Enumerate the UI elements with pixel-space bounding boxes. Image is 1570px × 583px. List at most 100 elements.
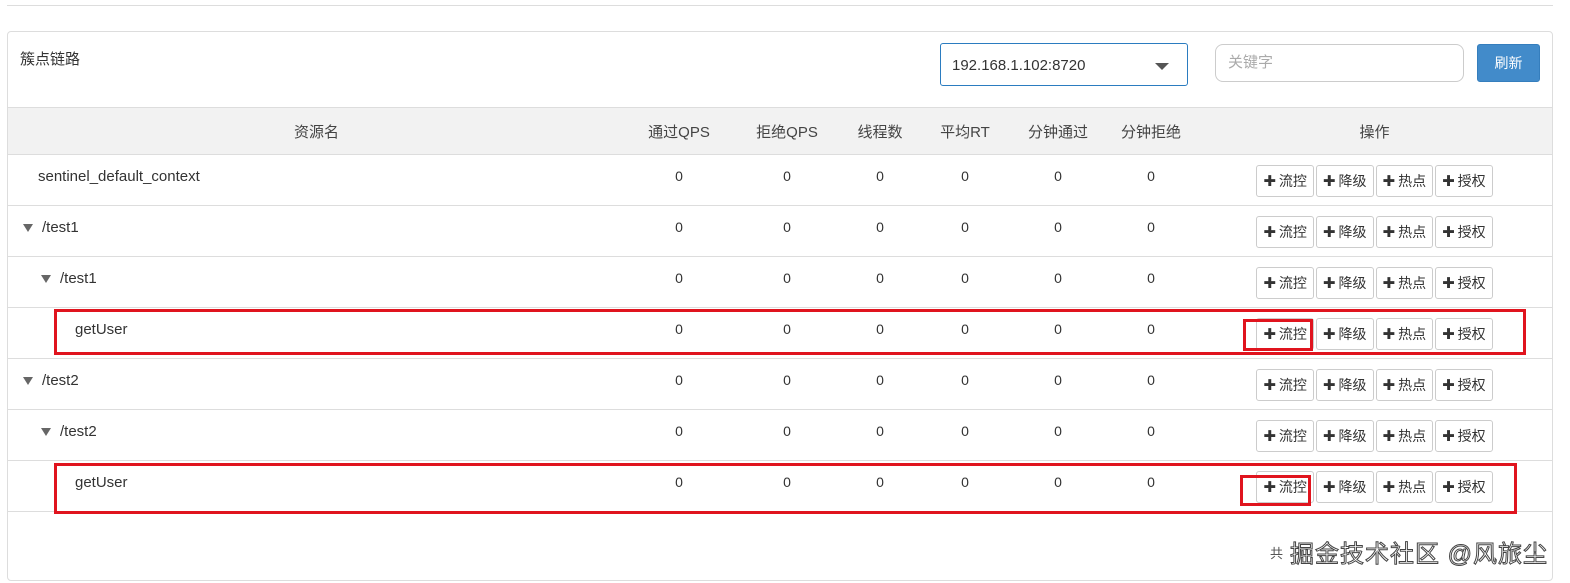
metric-cell: 0 (733, 205, 841, 257)
collapse-triangle-icon[interactable] (41, 275, 51, 284)
actions-cell: ✚ 流控 ✚ 降级 ✚ 热点 ✚ 授权 (1197, 205, 1552, 257)
column-header: 分钟拒绝 (1105, 107, 1197, 155)
actions-cell: ✚ 流控 ✚ 降级 ✚ 热点 ✚ 授权 (1197, 409, 1552, 461)
plus-icon: ✚ (1263, 428, 1276, 445)
degrade-button[interactable]: ✚ 降级 (1315, 420, 1374, 452)
degrade-button[interactable]: ✚ 降级 (1315, 267, 1374, 299)
button-label: 流控 (1278, 428, 1307, 444)
collapse-triangle-icon[interactable] (23, 224, 33, 233)
metric-cell: 0 (841, 358, 919, 410)
plus-icon: ✚ (1322, 428, 1336, 445)
button-label: 热点 (1398, 224, 1427, 240)
button-label: 热点 (1398, 377, 1427, 393)
plus-icon: ✚ (1322, 224, 1336, 241)
button-label: 热点 (1398, 173, 1427, 189)
metric-cell: 0 (625, 358, 733, 410)
metric-cell: 0 (1011, 358, 1105, 410)
metric-cell: 0 (841, 256, 919, 308)
authority-button[interactable]: ✚ 授权 (1435, 216, 1493, 248)
hotspot-button[interactable]: ✚ 热点 (1375, 216, 1434, 248)
plus-icon: ✚ (1442, 173, 1455, 190)
actions-cell: ✚ 流控 ✚ 降级 ✚ 热点 ✚ 授权 (1197, 256, 1552, 308)
hotspot-button[interactable]: ✚ 热点 (1375, 420, 1434, 452)
button-label: 降级 (1338, 428, 1367, 444)
plus-icon: ✚ (1442, 275, 1455, 292)
authority-button[interactable]: ✚ 授权 (1435, 369, 1493, 401)
plus-icon: ✚ (1442, 224, 1455, 241)
resource-name-cell: /test1 (8, 256, 625, 308)
metric-cell: 0 (1105, 205, 1197, 257)
authority-button[interactable]: ✚ 授权 (1435, 420, 1493, 452)
metric-cell: 0 (1105, 409, 1197, 461)
metric-cell: 0 (919, 205, 1011, 257)
column-header: 平均RT (919, 107, 1011, 155)
plus-icon: ✚ (1382, 428, 1396, 445)
highlight-box (1240, 475, 1311, 506)
refresh-button[interactable]: 刷新 (1477, 44, 1540, 82)
metric-cell: 0 (1011, 256, 1105, 308)
metric-cell: 0 (919, 154, 1011, 206)
table-row: sentinel_default_context 0 0 0 0 0 0 ✚ 流控 ✚ 降级 ✚ 热点 ✚… (8, 154, 1552, 206)
machine-select[interactable]: 192.168.1.102:8720 (940, 43, 1188, 86)
table-row: /test1 0 0 0 0 0 0 ✚ 流控 ✚ 降级 ✚ 热点 ✚ 授权 (8, 256, 1552, 308)
metric-cell: 0 (841, 154, 919, 206)
button-label: 授权 (1457, 173, 1486, 189)
plus-icon: ✚ (1442, 377, 1455, 394)
hotspot-button[interactable]: ✚ 热点 (1375, 369, 1434, 401)
metric-cell: 0 (733, 409, 841, 461)
button-label: 流控 (1278, 275, 1307, 291)
machine-select-value: 192.168.1.102:8720 (952, 57, 1086, 74)
keyword-search-input[interactable]: 关键字 (1215, 44, 1464, 82)
metric-cell: 0 (841, 205, 919, 257)
chevron-down-icon (1155, 63, 1169, 70)
metric-cell: 0 (1011, 409, 1105, 461)
resource-name-cell: /test1 (8, 205, 625, 257)
button-label: 降级 (1338, 224, 1367, 240)
metric-cell: 0 (733, 256, 841, 308)
column-header: 线程数 (841, 107, 919, 155)
metric-cell: 0 (919, 358, 1011, 410)
page-title: 簇点链路 (20, 51, 81, 68)
metric-cell: 0 (625, 154, 733, 206)
authority-button[interactable]: ✚ 授权 (1435, 165, 1493, 197)
column-header: 分钟通过 (1011, 107, 1105, 155)
resource-name-cell: /test2 (8, 409, 625, 461)
degrade-button[interactable]: ✚ 降级 (1315, 165, 1374, 197)
flow-control-button[interactable]: ✚ 流控 (1256, 165, 1314, 197)
degrade-button[interactable]: ✚ 降级 (1315, 216, 1374, 248)
plus-icon: ✚ (1382, 377, 1396, 394)
metric-cell: 0 (841, 409, 919, 461)
plus-icon: ✚ (1442, 428, 1455, 445)
column-header: 操作 (1197, 107, 1552, 155)
button-label: 降级 (1338, 173, 1367, 189)
plus-icon: ✚ (1263, 377, 1276, 394)
collapse-triangle-icon[interactable] (23, 377, 33, 386)
authority-button[interactable]: ✚ 授权 (1435, 267, 1493, 299)
metric-cell: 0 (1105, 358, 1197, 410)
table-row: /test2 0 0 0 0 0 0 ✚ 流控 ✚ 降级 ✚ 热点 ✚ 授权 (8, 409, 1552, 461)
button-label: 授权 (1457, 275, 1486, 291)
button-label: 授权 (1457, 428, 1486, 444)
button-label: 热点 (1398, 275, 1427, 291)
top-divider (7, 5, 1553, 6)
hotspot-button[interactable]: ✚ 热点 (1375, 165, 1434, 197)
button-label: 授权 (1457, 224, 1486, 240)
degrade-button[interactable]: ✚ 降级 (1315, 369, 1374, 401)
collapse-triangle-icon[interactable] (41, 428, 51, 437)
resource-name: /test1 (42, 219, 79, 236)
resource-name: sentinel_default_context (38, 168, 200, 185)
button-label: 降级 (1338, 275, 1367, 291)
metric-cell: 0 (733, 154, 841, 206)
plus-icon: ✚ (1382, 275, 1396, 292)
hotspot-button[interactable]: ✚ 热点 (1375, 267, 1434, 299)
flow-control-button[interactable]: ✚ 流控 (1256, 369, 1314, 401)
flow-control-button[interactable]: ✚ 流控 (1256, 267, 1314, 299)
column-header: 通过QPS (625, 107, 733, 155)
flow-control-button[interactable]: ✚ 流控 (1256, 420, 1314, 452)
button-label: 降级 (1338, 377, 1367, 393)
plus-icon: ✚ (1263, 275, 1276, 292)
column-header: 拒绝QPS (733, 107, 841, 155)
flow-control-button[interactable]: ✚ 流控 (1256, 216, 1314, 248)
metric-cell: 0 (919, 256, 1011, 308)
metric-cell: 0 (625, 256, 733, 308)
